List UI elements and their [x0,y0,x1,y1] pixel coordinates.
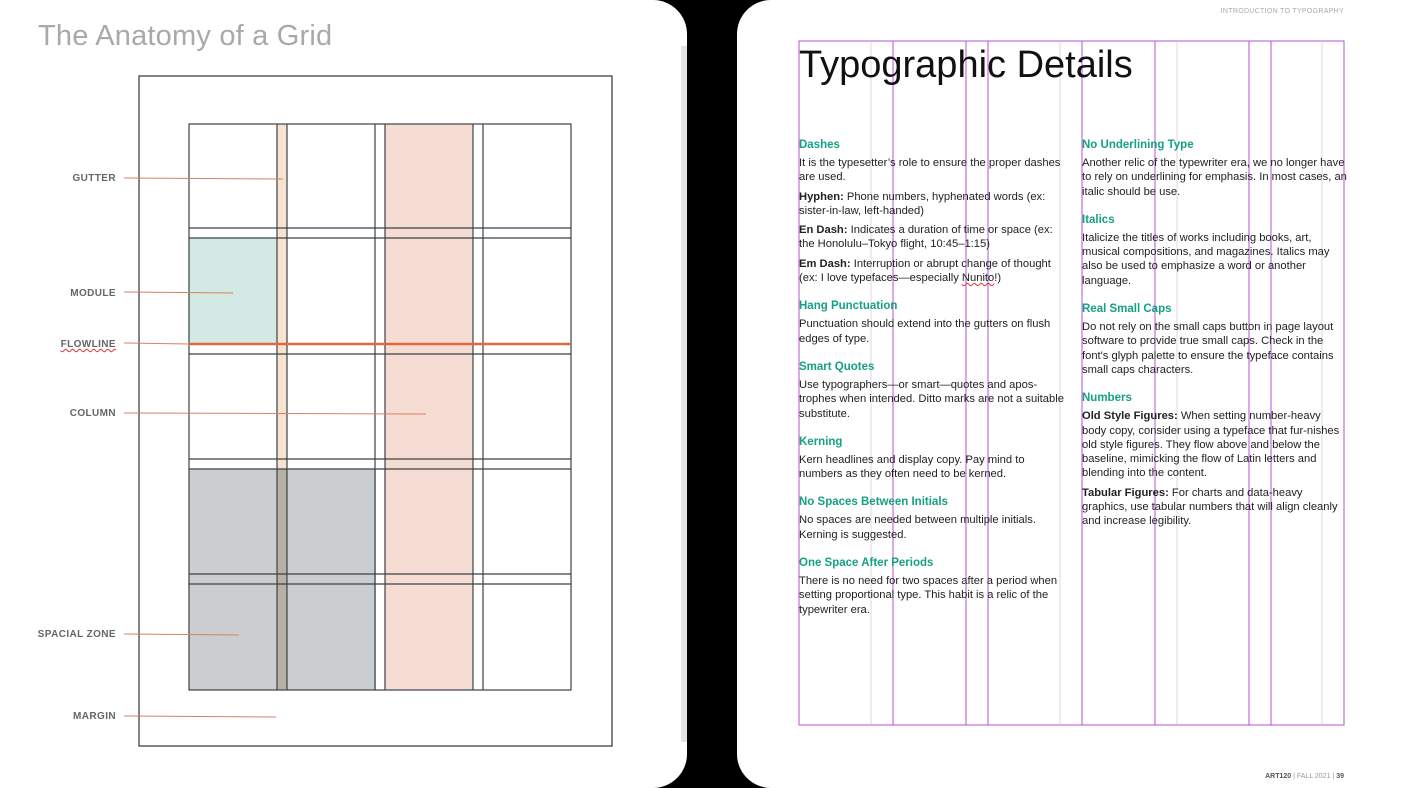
label-gutter: GUTTER [72,173,116,184]
folio-course: ART120 [1265,773,1292,780]
heading-one-space: One Space After Periods [799,557,934,570]
text-italics: Italicize the titles of works including … [1082,231,1330,287]
heading-no-underlining: No Underlining Type [1082,139,1194,151]
folio: ART120 | FALL 2021 | 39 [1265,773,1344,780]
section-kerning: Kerning Kern headlines and display copy.… [799,435,1069,482]
text-no-underlining: Another relic of the typewriter era, we … [1082,157,1347,198]
left-page: The Anatomy of a Grid GUTTER MODULE FLOW… [0,0,687,788]
text-hang-punctuation: Punctuation should extend into the gutte… [799,318,1051,345]
numbers-tabular: Tabular Figures: For charts and data-hea… [1082,486,1347,529]
text-emdash-typo: Nunito [961,272,995,285]
heading-dashes: Dashes [799,139,840,151]
gutter-overlap-zone [277,469,287,690]
label-column: COLUMN [69,408,116,419]
right-page: INTRODUCTION TO TYPOGRAPHY Typographic D… [737,0,1418,788]
section-numbers: Numbers Old Style Figures: When setting … [1082,391,1347,528]
dashes-endash: En Dash: Indicates a duration of time or… [799,223,1069,252]
term-tabular: Tabular Figures: [1082,486,1169,499]
text-kerning: Kern headlines and display copy. Pay min… [799,453,1025,481]
folio-term: FALL 2021 [1296,773,1331,780]
left-text-column: Dashes It is the typesetter’s role to en… [799,138,1069,631]
grid-anatomy-diagram [123,75,613,747]
dashes-hyphen: Hyphen: Phone numbers, hyphenated words … [799,190,1069,219]
section-small-caps: Real Small Caps Do not rely on the small… [1082,302,1347,377]
label-flowline: FLOWLINE [60,339,116,350]
column-zone [385,124,473,690]
right-text-column: No Underlining Type Another relic of the… [1082,138,1347,543]
heading-hang-punctuation: Hang Punctuation [799,300,898,313]
section-no-underlining: No Underlining Type Another relic of the… [1082,138,1347,199]
text-small-caps: Do not rely on the small caps button in … [1082,321,1334,376]
page-title: Typographic Details [799,44,1133,86]
term-hyphen: Hyphen: [799,190,844,203]
numbers-old-style: Old Style Figures: When setting number-h… [1082,409,1347,480]
section-italics: Italics Italicize the titles of works in… [1082,213,1347,288]
term-emdash: Em Dash: [799,257,851,270]
folio-page-number: 39 [1336,773,1344,780]
term-old-style: Old Style Figures: [1082,410,1178,423]
heading-small-caps: Real Small Caps [1082,303,1172,316]
heading-no-spaces-initials: No Spaces Between Initials [799,496,948,509]
heading-numbers: Numbers [1082,392,1132,405]
section-dashes: Dashes It is the typesetter’s role to en… [799,138,1069,285]
term-endash: En Dash: [799,224,848,237]
section-one-space: One Space After Periods There is no need… [799,556,1069,617]
section-no-spaces-initials: No Spaces Between Initials No spaces are… [799,495,1069,542]
heading-italics: Italics [1082,213,1115,226]
text-smart-quotes: Use typographers—or smart—quotes and apo… [799,378,1064,420]
section-smart-quotes: Smart Quotes Use typographers—or smart—q… [799,360,1069,421]
heading-smart-quotes: Smart Quotes [799,360,875,373]
dashes-intro: It is the typesetter’s role to ensure th… [799,157,1061,184]
text-emdash-b: !) [994,272,1002,285]
label-spacial-zone: SPACIAL ZONE [37,629,116,640]
heading-kerning: Kerning [799,435,843,448]
page-spine [681,46,687,742]
text-one-space: There is no need for two spaces after a … [799,575,1058,616]
label-margin: MARGIN [73,711,116,722]
text-no-spaces-initials: No spaces are needed between multiple in… [799,514,1036,541]
running-head: INTRODUCTION TO TYPOGRAPHY [1220,8,1344,15]
section-hang-punctuation: Hang Punctuation Punctuation should exte… [799,299,1069,346]
module-zone [189,238,277,344]
label-module: MODULE [70,288,116,299]
dashes-emdash: Em Dash: Interruption or abrupt change o… [799,257,1069,286]
